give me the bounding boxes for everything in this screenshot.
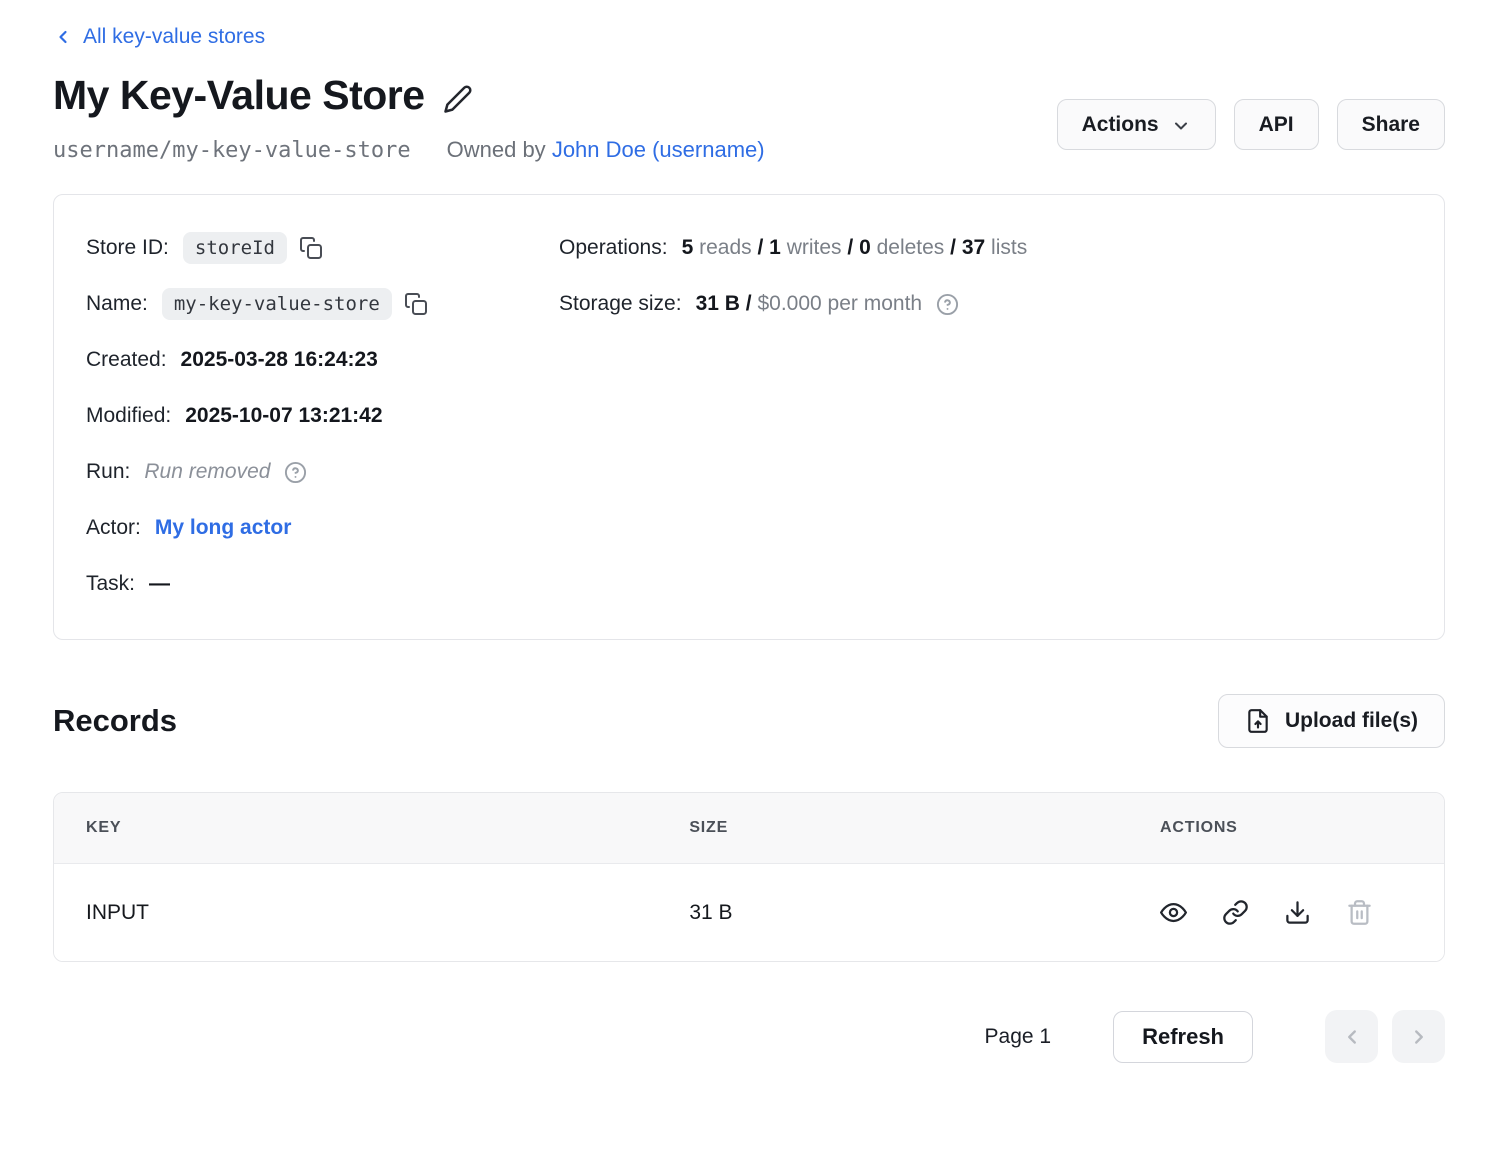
records-section-header: Records Upload file(s) [53, 694, 1445, 748]
delete-record-icon[interactable] [1346, 899, 1373, 926]
run-value: Run removed [144, 460, 270, 484]
next-page-button[interactable] [1392, 1010, 1445, 1063]
record-actions-cell [1160, 899, 1412, 926]
details-right-column: Operations: 5 reads / 1 writes / 0 delet… [559, 220, 1412, 612]
upload-file-icon [1245, 708, 1271, 734]
column-header-size: SIZE [689, 819, 1160, 837]
created-label: Created: [86, 348, 167, 372]
operations-label: Operations: [559, 236, 668, 260]
back-link[interactable]: All key-value stores [53, 25, 265, 49]
owned-by-text: Owned by John Doe (username) [447, 137, 765, 163]
owner-link[interactable]: John Doe (username) [552, 137, 765, 162]
records-heading: Records [53, 703, 177, 739]
page-indicator: Page 1 [985, 1025, 1052, 1049]
records-table: KEY SIZE ACTIONS INPUT 31 B [53, 792, 1445, 962]
chevron-left-icon [53, 27, 73, 47]
view-record-icon[interactable] [1160, 899, 1187, 926]
page-header: My Key-Value Store username/my-key-value… [53, 72, 1445, 163]
store-id-label: Store ID: [86, 236, 169, 260]
upload-files-label: Upload file(s) [1285, 709, 1418, 733]
actions-button-label: Actions [1082, 112, 1159, 137]
download-record-icon[interactable] [1284, 899, 1311, 926]
storage-size-value: 31 B / $0.000 per month [696, 292, 923, 316]
records-table-header: KEY SIZE ACTIONS [54, 793, 1444, 864]
name-value: my-key-value-store [162, 288, 392, 321]
store-path: username/my-key-value-store [53, 138, 411, 163]
created-row: Created: 2025-03-28 16:24:23 [86, 332, 559, 388]
record-link-icon[interactable] [1222, 899, 1249, 926]
table-row: INPUT 31 B [54, 864, 1444, 961]
storage-help-icon[interactable] [936, 293, 959, 316]
actor-label: Actor: [86, 516, 141, 540]
actions-button[interactable]: Actions [1057, 99, 1216, 150]
record-size-cell: 31 B [689, 901, 1160, 925]
modified-row: Modified: 2025-10-07 13:21:42 [86, 388, 559, 444]
store-id-row: Store ID: storeId [86, 220, 559, 276]
pagination-bar: Page 1 Refresh [53, 1010, 1445, 1063]
chevron-down-icon [1171, 116, 1191, 136]
api-button[interactable]: API [1234, 99, 1319, 150]
modified-value: 2025-10-07 13:21:42 [185, 404, 382, 428]
task-value: — [149, 572, 170, 596]
run-label: Run: [86, 460, 130, 484]
storage-size-label: Storage size: [559, 292, 682, 316]
name-label: Name: [86, 292, 148, 316]
modified-label: Modified: [86, 404, 171, 428]
store-details-card: Store ID: storeId Name: my-key-value-sto… [53, 194, 1445, 640]
chevron-left-icon [1341, 1026, 1363, 1048]
name-row: Name: my-key-value-store [86, 276, 559, 332]
column-header-actions: ACTIONS [1160, 819, 1412, 837]
operations-value: 5 reads / 1 writes / 0 deletes / 37 list… [682, 236, 1028, 260]
record-key-cell: INPUT [86, 901, 689, 925]
task-label: Task: [86, 572, 135, 596]
refresh-button[interactable]: Refresh [1113, 1011, 1253, 1063]
page-title: My Key-Value Store [53, 72, 425, 119]
share-button[interactable]: Share [1337, 99, 1445, 150]
run-row: Run: Run removed [86, 444, 559, 500]
copy-name-icon[interactable] [404, 292, 428, 316]
actor-row: Actor: My long actor [86, 500, 559, 556]
back-link-label: All key-value stores [83, 25, 265, 49]
actor-link[interactable]: My long actor [155, 516, 292, 540]
previous-page-button[interactable] [1325, 1010, 1378, 1063]
copy-store-id-icon[interactable] [299, 236, 323, 260]
edit-title-icon[interactable] [443, 84, 473, 114]
chevron-right-icon [1408, 1026, 1430, 1048]
task-row: Task: — [86, 556, 559, 612]
operations-row: Operations: 5 reads / 1 writes / 0 delet… [559, 220, 1412, 276]
upload-files-button[interactable]: Upload file(s) [1218, 694, 1445, 748]
run-help-icon[interactable] [284, 461, 307, 484]
column-header-key: KEY [86, 819, 689, 837]
store-id-value: storeId [183, 232, 287, 265]
created-value: 2025-03-28 16:24:23 [181, 348, 378, 372]
details-left-column: Store ID: storeId Name: my-key-value-sto… [86, 220, 559, 612]
storage-size-row: Storage size: 31 B / $0.000 per month [559, 276, 1412, 332]
